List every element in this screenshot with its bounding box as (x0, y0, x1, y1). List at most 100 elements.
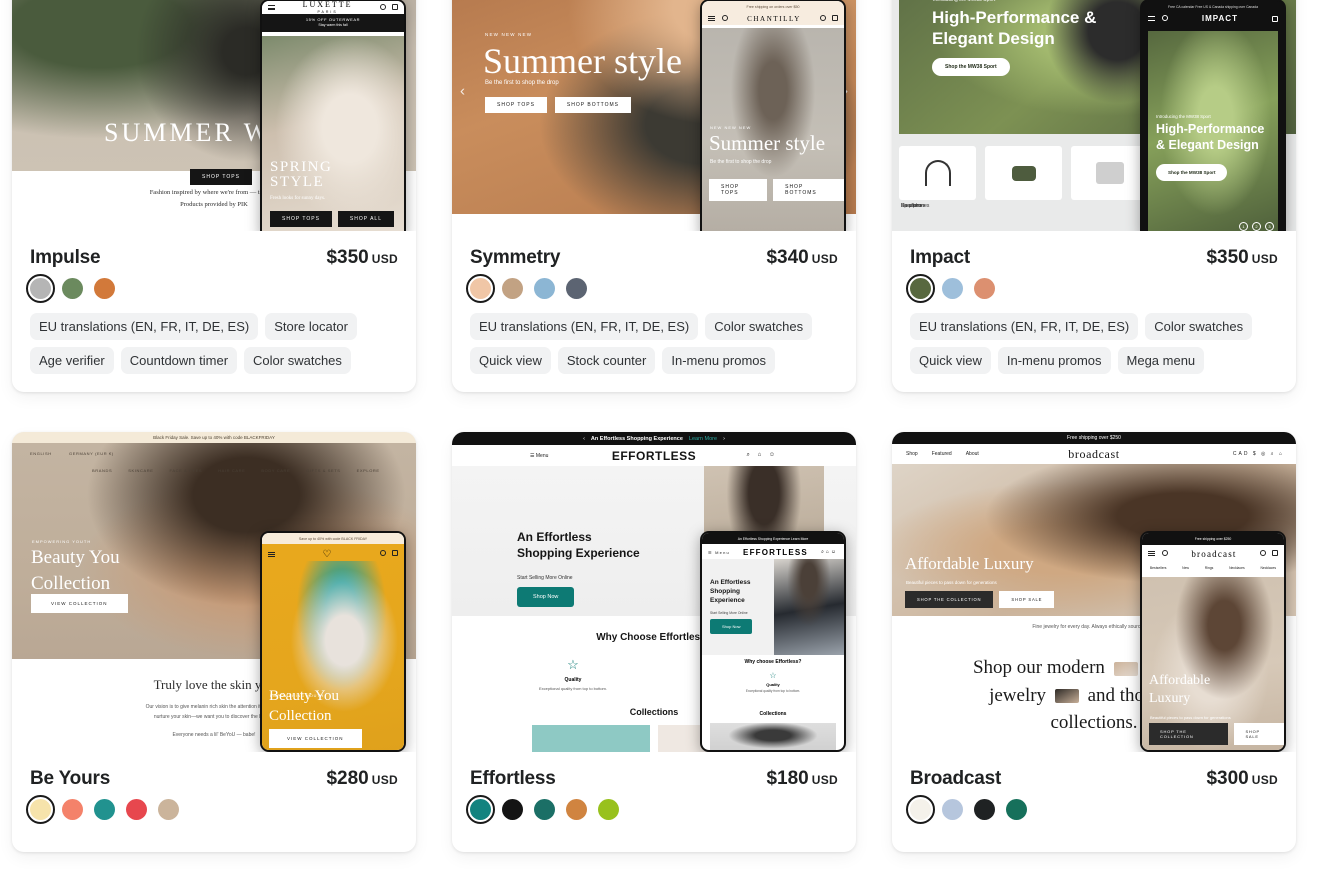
theme-swatch[interactable] (1006, 799, 1027, 820)
phone-cart-icon[interactable] (391, 550, 398, 556)
preview-hero-button[interactable]: VIEW COLLECTION (31, 594, 128, 613)
phone-search-icon[interactable] (1161, 549, 1168, 556)
phone-search-icon[interactable] (380, 3, 387, 10)
carousel-prev-arrow[interactable]: ‹ (583, 436, 585, 442)
theme-swatch[interactable] (94, 278, 115, 299)
preview-currency-selector[interactable]: GERMANY (EUR €) (69, 451, 114, 456)
theme-swatch[interactable] (466, 795, 495, 824)
phone-search-icon[interactable] (380, 550, 387, 556)
theme-swatch[interactable] (62, 799, 83, 820)
carousel-prev-arrow[interactable]: ‹ (460, 82, 465, 99)
theme-card-impulse[interactable]: 15% OFF OUTERWEAR Stay warm this fall Fa… (12, 0, 416, 392)
phone-hero-subheading: Fresh looks for sunny days. (270, 196, 326, 201)
product-card[interactable]: Earphones (901, 146, 1062, 209)
preview-button-primary[interactable]: SHOP TOPS (485, 97, 547, 113)
theme-swatch[interactable] (906, 274, 935, 303)
theme-swatch[interactable] (26, 274, 55, 303)
theme-name[interactable]: Be Yours (30, 768, 110, 790)
phone-nav-icons[interactable]: ⌕⌂☺ (821, 549, 838, 555)
phone-button-secondary[interactable]: SHOP SALE (1234, 723, 1284, 745)
theme-preview-symmetry[interactable]: ‹ › NEW NEW NEW Summer style Be the firs… (452, 0, 856, 231)
phone-collection-tile[interactable] (710, 723, 836, 750)
theme-preview-impact[interactable]: Introducing the MW38 Sport High-Performa… (892, 0, 1296, 231)
collection-tile[interactable] (532, 724, 650, 752)
theme-preview-impulse[interactable]: 15% OFF OUTERWEAR Stay warm this fall Fa… (12, 0, 416, 231)
phone-search-icon[interactable] (1161, 14, 1168, 21)
phone-button-primary[interactable]: SHOP THE COLLECTION (1149, 723, 1229, 745)
theme-swatch[interactable] (942, 799, 963, 820)
theme-card-symmetry[interactable]: ‹ › NEW NEW NEW Summer style Be the firs… (452, 0, 856, 392)
phone-account-icon[interactable] (820, 14, 827, 21)
theme-swatch[interactable] (502, 278, 523, 299)
product-card[interactable]: Headphones (899, 146, 976, 209)
theme-card-effortless[interactable]: ‹ An Effortless Shopping Experience Lear… (452, 432, 856, 852)
phone-pagination[interactable]: 1 2 3 (1239, 222, 1274, 231)
theme-swatch[interactable] (906, 795, 935, 824)
announcement-link[interactable]: Learn More (689, 436, 717, 442)
theme-card-body: Impact $350 USD EU translations (EN, FR, … (892, 231, 1296, 392)
theme-name[interactable]: Impact (910, 247, 970, 269)
theme-swatch[interactable] (94, 799, 115, 820)
phone-menu-button[interactable]: ☰ Menu (708, 550, 730, 555)
theme-swatch[interactable] (598, 799, 619, 820)
theme-swatch[interactable] (566, 799, 587, 820)
preview-button-primary[interactable]: SHOP THE COLLECTION (905, 591, 994, 608)
preview-hero-button[interactable]: Shop Now (517, 587, 575, 607)
phone-menu-icon[interactable] (708, 15, 715, 21)
preview-locale-selector[interactable]: ENGLISH (30, 451, 52, 456)
theme-preview-be-yours[interactable]: Black Friday Sale. Save up to 40% with c… (12, 432, 416, 752)
phone-cart-icon[interactable] (1271, 15, 1278, 22)
theme-swatch[interactable] (534, 278, 555, 299)
theme-swatch[interactable] (534, 799, 555, 820)
theme-swatch[interactable] (126, 799, 147, 820)
preview-hero-button[interactable]: Shop the MW38 Sport (932, 58, 1010, 76)
phone-cart-icon[interactable] (1271, 549, 1278, 556)
phone-button-secondary[interactable]: SHOP ALL (337, 211, 394, 227)
theme-name[interactable]: Broadcast (910, 768, 1001, 790)
theme-name[interactable]: Symmetry (470, 247, 560, 269)
theme-card-be-yours[interactable]: Black Friday Sale. Save up to 40% with c… (12, 432, 416, 852)
theme-swatch[interactable] (26, 795, 55, 824)
theme-name[interactable]: Effortless (470, 768, 556, 790)
theme-swatch[interactable] (974, 278, 995, 299)
phone-search-icon[interactable] (721, 14, 728, 21)
phone-menu-icon[interactable] (268, 5, 275, 10)
phone-button-secondary[interactable]: SHOP BOTTOMS (773, 179, 844, 201)
phone-announcement: Free CA calendar Free US & Canada shippi… (1142, 1, 1284, 12)
theme-swatch[interactable] (502, 799, 523, 820)
theme-preview-broadcast[interactable]: Free shipping over $250 Shop Featured Ab… (892, 432, 1296, 752)
phone-cart-icon[interactable] (832, 14, 838, 21)
phone-account-icon[interactable] (1260, 549, 1267, 556)
product-card[interactable]: Speakers (901, 146, 1148, 209)
preview-nav-menu[interactable]: Shop Featured About (906, 451, 979, 457)
preview-hero-button[interactable]: SHOP TOPS (190, 169, 252, 185)
preview-menu-button[interactable]: ☰ Menu (530, 453, 548, 459)
theme-name[interactable]: Impulse (30, 247, 101, 269)
preview-nav-icons[interactable]: ⌕ ⌂ ☺ (747, 452, 778, 459)
phone-button-primary[interactable]: SHOP TOPS (709, 179, 768, 201)
theme-swatch[interactable] (158, 799, 179, 820)
preview-button-secondary[interactable]: SHOP SALE (999, 591, 1055, 608)
phone-menu-icon[interactable] (268, 551, 275, 557)
theme-preview-effortless[interactable]: ‹ An Effortless Shopping Experience Lear… (452, 432, 856, 752)
phone-button-primary[interactable]: SHOP TOPS (270, 211, 332, 227)
preview-button-secondary[interactable]: SHOP BOTTOMS (554, 97, 632, 113)
phone-hero-button[interactable]: Shop Now (710, 619, 753, 634)
theme-swatch[interactable] (62, 278, 83, 299)
theme-card-impact[interactable]: Introducing the MW38 Sport High-Performa… (892, 0, 1296, 392)
theme-card-broadcast[interactable]: Free shipping over $250 Shop Featured Ab… (892, 432, 1296, 852)
phone-cart-icon[interactable] (392, 3, 398, 10)
theme-swatch[interactable] (974, 799, 995, 820)
theme-swatch[interactable] (466, 274, 495, 303)
theme-swatch[interactable] (942, 278, 963, 299)
carousel-next-arrow[interactable]: › (723, 436, 725, 442)
phone-nav-menu[interactable]: Bestsellers New Rings Necklaces Necklace… (1142, 562, 1284, 575)
phone-hero-button[interactable]: VIEW COLLECTION (269, 729, 362, 748)
preview-nav-menu[interactable]: BRANDS SKINCARE FACE & EYES HAIR CARE BO… (92, 468, 380, 473)
phone-menu-icon[interactable] (1148, 550, 1155, 556)
star-icon: ☆ (567, 657, 579, 672)
phone-hero-button[interactable]: Shop the MW38 Sport (1156, 164, 1228, 181)
phone-menu-icon[interactable] (1148, 15, 1155, 21)
preview-nav-icons[interactable]: CAD $ ◎ ⌕ ⌂ (1233, 451, 1284, 457)
theme-swatch[interactable] (566, 278, 587, 299)
